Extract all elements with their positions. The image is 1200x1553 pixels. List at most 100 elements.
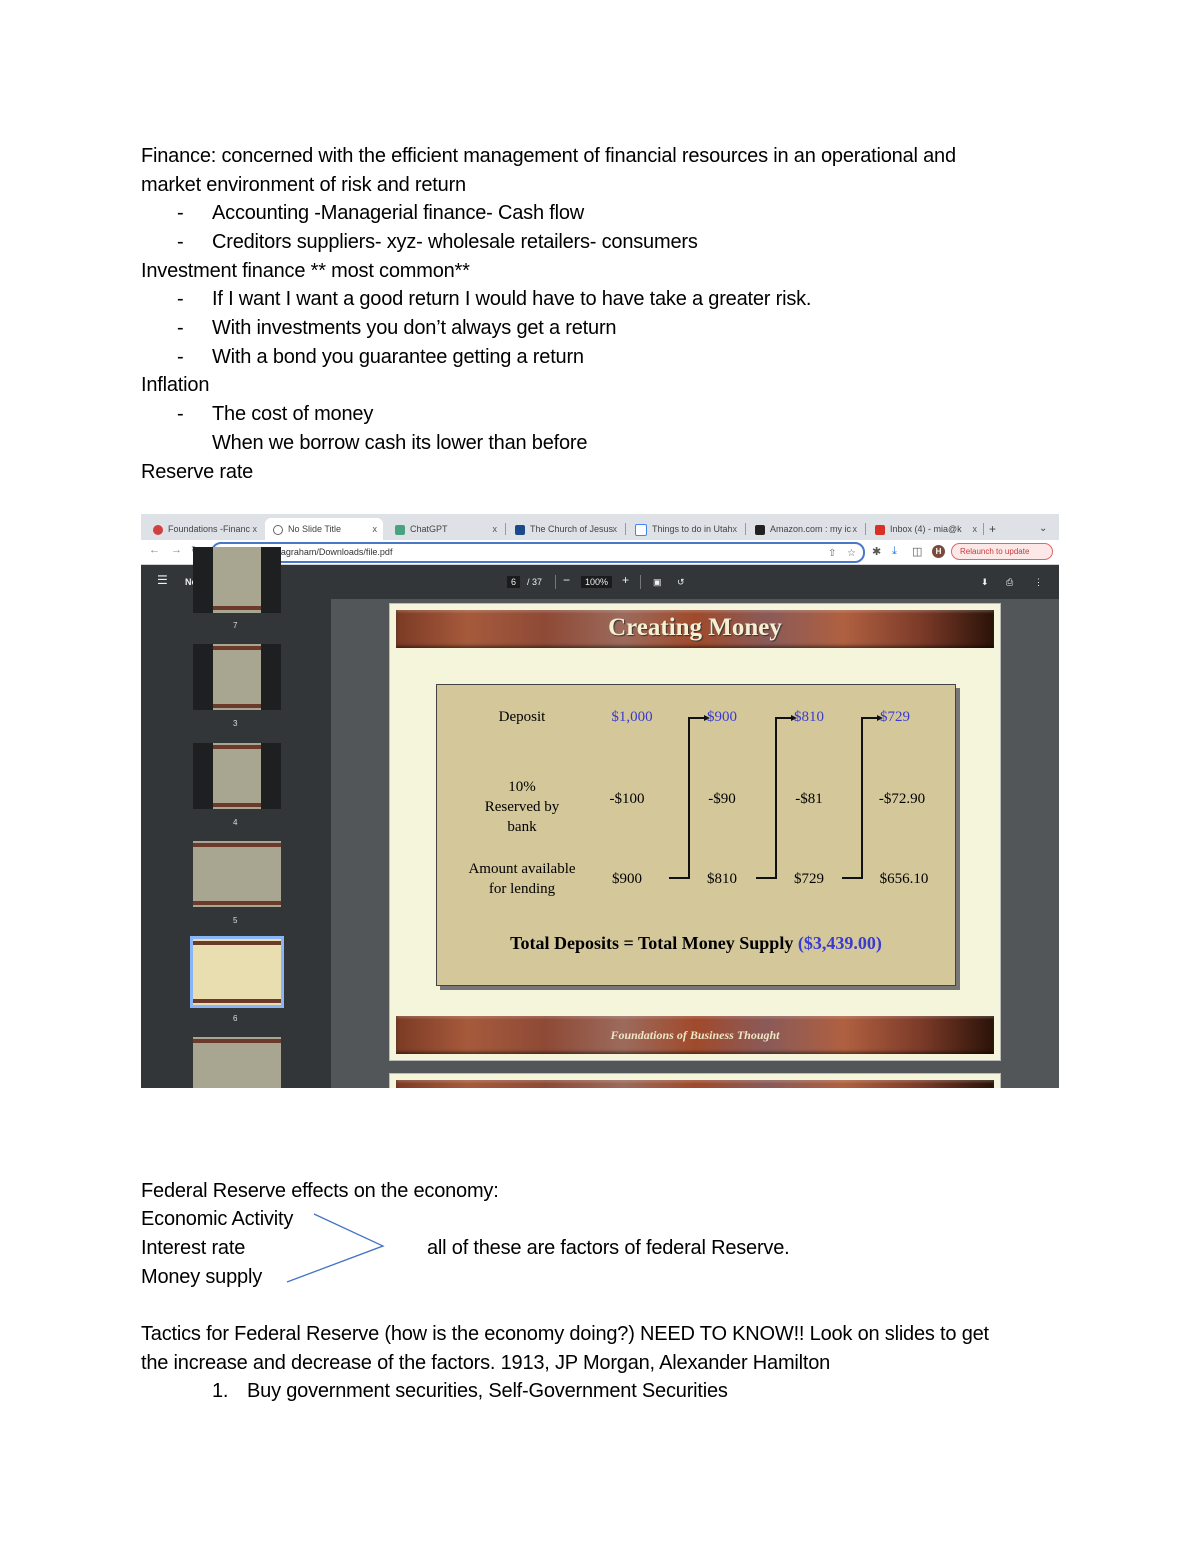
browser-tab-active[interactable]: No Slide Title x [265, 518, 383, 540]
zoom-out-button[interactable]: − [563, 574, 570, 586]
intro-line-2: market environment of risk and return [141, 174, 466, 196]
thumbnail-page[interactable] [193, 1037, 281, 1088]
browser-tab[interactable]: Inbox (4) - mia@k x [867, 518, 983, 540]
tactics-line-1: Tactics for Federal Reserve (how is the … [141, 1323, 989, 1345]
chatgpt-icon [395, 524, 405, 535]
fed-factors-note: all of these are factors of federal Rese… [427, 1237, 790, 1259]
deposit-value: $1,000 [611, 709, 653, 725]
next-slide-title-banner [396, 1080, 994, 1088]
extensions-puzzle-icon[interactable]: ✱ [872, 545, 881, 558]
pdf-thumbnail-sidebar: 7 3 4 5 6 [141, 547, 331, 1088]
reserved-value: -$81 [795, 791, 823, 807]
available-value: $656.10 [879, 871, 929, 887]
thumbnail-page-number: 4 [233, 818, 238, 827]
total-pages: / 37 [527, 577, 543, 587]
browser-tab[interactable]: Amazon.com : my ic x [747, 518, 863, 540]
back-arrow-icon[interactable]: ← [149, 544, 160, 556]
new-tab-button[interactable]: + [989, 518, 1005, 540]
grouping-chevron-lines [286, 1213, 385, 1283]
tab-search-button[interactable]: ⌄ [1039, 518, 1053, 540]
browser-tab[interactable]: Things to do in Utah x [627, 518, 743, 540]
zoom-in-button[interactable]: + [622, 574, 629, 586]
bullet-dash: - [177, 202, 184, 224]
available-value: $810 [707, 871, 737, 887]
download-pdf-icon[interactable]: ⬇ [981, 576, 989, 588]
thumbnail-page-number: 6 [233, 1014, 238, 1023]
fed-factor: Money supply [141, 1266, 262, 1288]
bullet-dash: - [177, 288, 184, 310]
total-label: Total Deposits = Total Money Supply [510, 933, 798, 953]
tactics-line-2: the increase and decrease of the factors… [141, 1352, 831, 1374]
thumbnail-page[interactable] [193, 547, 281, 613]
church-icon [515, 524, 525, 535]
close-tab-icon[interactable]: x [373, 518, 378, 540]
thumbnail-page[interactable] [193, 743, 281, 809]
share-icon[interactable]: ⇧ [828, 545, 836, 562]
row-label-reserved-2: Reserved by [484, 799, 560, 815]
zoom-level-input[interactable]: 100% [581, 576, 613, 588]
thumbnail-page-number: 5 [233, 916, 238, 925]
forward-arrow-icon[interactable]: → [171, 544, 182, 556]
intro-line-1: Finance: concerned with the efficient ma… [141, 145, 956, 167]
print-icon[interactable]: ⎙ [1006, 576, 1013, 588]
total-money-supply: Total Deposits = Total Money Supply ($3,… [437, 933, 955, 954]
bullet-dash: - [177, 317, 184, 339]
available-value: $900 [612, 871, 642, 887]
close-tab-icon[interactable]: x [733, 518, 738, 540]
reserved-value: -$90 [708, 791, 736, 807]
slide-title-banner: Creating Money [396, 610, 994, 648]
deposit-value: $900 [707, 709, 737, 725]
list-number: 1. [212, 1380, 229, 1402]
bullet-dash: - [177, 403, 184, 425]
pdf-viewer-area: Creating Money Deposit 10% Reserved by b… [331, 599, 1059, 1088]
row-label-available-1: Amount available [468, 861, 576, 877]
relaunch-to-update-button[interactable]: Relaunch to update [951, 543, 1053, 560]
thumbnail-page-number: 3 [233, 719, 238, 728]
url-input[interactable]: File | /Users/miagraham/Downloads/file.p… [211, 542, 865, 563]
thumbnail-page-number: 7 [233, 621, 238, 630]
tab-separator [983, 523, 984, 535]
menu-hamburger-icon[interactable]: ☰ [157, 574, 168, 586]
download-icon[interactable]: ⤓ [892, 545, 897, 558]
slide-title: Creating Money [608, 614, 782, 641]
bullet-dash: - [177, 346, 184, 368]
close-tab-icon[interactable]: x [973, 518, 978, 540]
close-tab-icon[interactable]: x [493, 518, 498, 540]
next-slide-page [389, 1073, 1001, 1088]
chevron-line [286, 1213, 385, 1283]
tab-separator [865, 523, 866, 535]
profile-avatar[interactable]: H [932, 545, 945, 558]
fed-factor: Interest rate [141, 1237, 246, 1259]
thumbnail-page-active[interactable] [190, 936, 284, 1008]
page-number-input[interactable]: 6 [507, 576, 521, 588]
rotate-icon[interactable]: ↺ [677, 576, 685, 588]
gmail-icon [875, 524, 885, 535]
amazon-icon [755, 524, 765, 535]
fed-factor: Economic Activity [141, 1208, 294, 1230]
available-value: $729 [794, 871, 824, 887]
toolbar-separator [555, 575, 556, 589]
side-panel-icon[interactable]: ◫ [912, 545, 922, 558]
inflation-heading: Inflation [141, 374, 210, 396]
fit-to-page-icon[interactable]: ▣ [653, 576, 662, 588]
close-tab-icon[interactable]: x [253, 518, 258, 540]
tab-separator [505, 523, 506, 535]
browser-tab[interactable]: ChatGPT x [387, 518, 503, 540]
slide-page: Creating Money Deposit 10% Reserved by b… [389, 603, 1001, 1061]
embedded-browser-screenshot: Foundations -Financ x No Slide Title x C… [141, 514, 1059, 1088]
browser-tab[interactable]: The Church of Jesus x [507, 518, 623, 540]
row-label-available-2: for lending [488, 881, 556, 897]
close-tab-icon[interactable]: x [853, 518, 858, 540]
row-label-reserved-3: bank [507, 819, 537, 835]
slide-footer-banner: Foundations of Business Thought [396, 1016, 994, 1054]
thumbnail-page[interactable] [193, 841, 281, 907]
total-value: ($3,439.00) [797, 933, 882, 953]
more-options-icon[interactable]: ⋮ [1034, 576, 1043, 588]
close-tab-icon[interactable]: x [613, 518, 618, 540]
investment-heading: Investment finance ** most common** [141, 260, 470, 282]
browser-tab-bar: Foundations -Financ x No Slide Title x C… [141, 514, 1059, 540]
thumbnail-page[interactable] [193, 644, 281, 710]
bookmark-star-icon[interactable]: ☆ [847, 545, 856, 562]
bullet-dash: - [177, 231, 184, 253]
browser-tab[interactable]: Foundations -Financ x [145, 518, 263, 540]
